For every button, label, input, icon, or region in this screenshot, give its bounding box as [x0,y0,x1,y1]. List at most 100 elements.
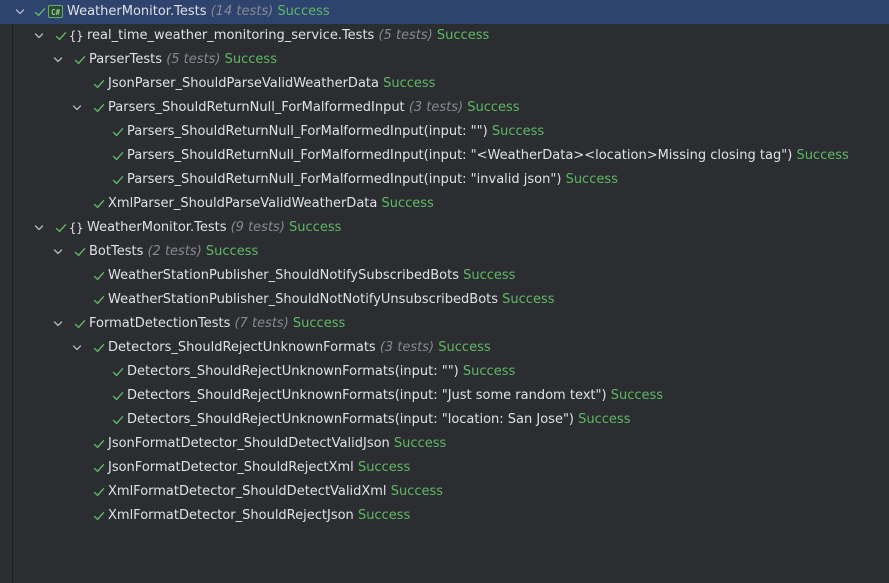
test-count: (7 tests) [234,316,289,331]
test-name: WeatherStationPublisher_ShouldNotNotifyU… [108,292,499,307]
tree-leaf-test[interactable]: XmlFormatDetector_ShouldRejectJson Succe… [0,504,889,528]
test-label: XmlParser_ShouldParseValidWeatherData Su… [108,192,434,216]
test-name: JsonFormatDetector_ShouldDetectValidJson [108,436,390,451]
status-success: Success [383,76,436,91]
test-name: real_time_weather_monitoring_service.Tes… [87,28,375,43]
tree-leaf-test[interactable]: Parsers_ShouldReturnNull_ForMalformedInp… [0,120,889,144]
test-label: ParserTests (5 tests) Success [89,48,277,72]
test-name: XmlParser_ShouldParseValidWeatherData [108,196,378,211]
success-check-icon [73,240,87,264]
tree-leaf-test[interactable]: JsonParser_ShouldParseValidWeatherData S… [0,72,889,96]
chevron-down-icon[interactable] [70,336,84,360]
chevron-down-icon[interactable] [32,24,46,48]
test-name: Parsers_ShouldReturnNull_ForMalformedInp… [127,124,488,139]
success-check-icon [111,408,125,432]
test-label: Parsers_ShouldReturnNull_ForMalformedInp… [108,96,520,120]
status-success: Success [610,388,664,403]
success-check-icon [92,336,106,360]
success-check-icon [92,264,106,288]
test-label: WeatherMonitor.Tests (14 tests) Success [67,0,330,24]
tree-node[interactable]: BotTests (2 tests) Success [0,240,889,264]
status-success: Success [578,412,631,427]
test-label: Parsers_ShouldReturnNull_ForMalformedInp… [127,144,849,168]
test-label: WeatherStationPublisher_ShouldNotNotifyU… [108,288,555,312]
test-label: Parsers_ShouldReturnNull_ForMalformedInp… [127,120,544,144]
success-check-icon [54,216,68,240]
tree-node[interactable]: ParserTests (5 tests) Success [0,48,889,72]
chevron-down-icon[interactable] [51,48,65,72]
test-name: ParserTests [89,52,163,67]
tree-node[interactable]: {} real_time_weather_monitoring_service.T… [0,24,889,48]
test-name: Detectors_ShouldRejectUnknownFormats [108,340,376,355]
test-label: JsonFormatDetector_ShouldRejectXml Succe… [108,456,410,480]
tree-leaf-test[interactable]: WeatherStationPublisher_ShouldNotNotifyU… [0,288,889,312]
tree-leaf-test[interactable]: Parsers_ShouldReturnNull_ForMalformedInp… [0,144,889,168]
tree-leaf-test[interactable]: Parsers_ShouldReturnNull_ForMalformedInp… [0,168,889,192]
status-success: Success [205,244,259,259]
status-success: Success [357,460,411,475]
chevron-down-icon[interactable] [51,240,65,264]
tree-leaf-test[interactable]: JsonFormatDetector_ShouldRejectXml Succe… [0,456,889,480]
chevron-down-icon[interactable] [13,0,27,24]
tree-node[interactable]: C# WeatherMonitor.Tests (14 tests) Succes… [0,0,889,24]
status-success: Success [357,508,411,523]
tree-leaf-test[interactable]: XmlParser_ShouldParseValidWeatherData Su… [0,192,889,216]
test-count: (9 tests) [230,220,285,235]
status-success: Success [565,172,618,187]
test-label: XmlFormatDetector_ShouldDetectValidXml S… [108,480,443,504]
status-success: Success [796,148,849,163]
test-label: Detectors_ShouldRejectUnknownFormats(inp… [127,360,515,384]
success-check-icon [111,168,125,192]
success-check-icon [92,432,106,456]
status-success: Success [438,340,491,355]
test-name: Parsers_ShouldReturnNull_ForMalformedInp… [127,172,562,187]
status-success: Success [502,292,555,307]
test-label: FormatDetectionTests (7 tests) Success [89,312,345,336]
test-name: Parsers_ShouldReturnNull_ForMalformedInp… [127,148,793,163]
test-name: XmlFormatDetector_ShouldDetectValidXml [108,484,387,499]
tree-leaf-test[interactable]: XmlFormatDetector_ShouldDetectValidXml S… [0,480,889,504]
tree-leaf-test[interactable]: JsonFormatDetector_ShouldDetectValidJson… [0,432,889,456]
test-count: (5 tests) [378,28,433,43]
success-check-icon [111,120,125,144]
csharp-project-icon: C# [48,5,63,18]
tree-node[interactable]: {} WeatherMonitor.Tests (9 tests) Success [0,216,889,240]
test-name: JsonFormatDetector_ShouldRejectXml [108,460,354,475]
tree-leaf-test[interactable]: Detectors_ShouldRejectUnknownFormats(inp… [0,408,889,432]
chevron-down-icon[interactable] [70,96,84,120]
test-label: JsonFormatDetector_ShouldDetectValidJson… [108,432,446,456]
status-success: Success [381,196,434,211]
test-label: WeatherMonitor.Tests (9 tests) Success [87,216,341,240]
test-name: BotTests [89,244,144,259]
success-check-icon [92,456,106,480]
test-name: FormatDetectionTests [89,316,231,331]
test-name: Detectors_ShouldRejectUnknownFormats(inp… [127,364,459,379]
status-success: Success [390,484,444,499]
test-name: WeatherStationPublisher_ShouldNotifySubs… [108,268,459,283]
success-check-icon [92,288,106,312]
success-check-icon [92,72,106,96]
test-results-panel: C# WeatherMonitor.Tests (14 tests) Succes… [0,0,889,583]
test-label: Parsers_ShouldReturnNull_ForMalformedInp… [127,168,618,192]
tree-leaf-test[interactable]: Detectors_ShouldRejectUnknownFormats(inp… [0,360,889,384]
status-success: Success [463,268,516,283]
success-check-icon [111,144,125,168]
test-name: Detectors_ShouldRejectUnknownFormats(inp… [127,412,574,427]
tree-leaf-test[interactable]: WeatherStationPublisher_ShouldNotifySubs… [0,264,889,288]
tree-node[interactable]: Parsers_ShouldReturnNull_ForMalformedInp… [0,96,889,120]
chevron-down-icon[interactable] [32,216,46,240]
test-tree: C# WeatherMonitor.Tests (14 tests) Succes… [0,0,889,528]
test-name: WeatherMonitor.Tests [87,220,227,235]
test-name: Parsers_ShouldReturnNull_ForMalformedInp… [108,100,405,115]
tree-leaf-test[interactable]: Detectors_ShouldRejectUnknownFormats(inp… [0,384,889,408]
status-success: Success [462,364,516,379]
tree-node[interactable]: FormatDetectionTests (7 tests) Success [0,312,889,336]
success-check-icon [111,360,125,384]
test-count: (3 tests) [408,100,464,115]
test-name: Detectors_ShouldRejectUnknownFormats(inp… [127,388,607,403]
success-check-icon [92,480,106,504]
success-check-icon [73,312,87,336]
status-success: Success [277,4,330,19]
tree-node[interactable]: Detectors_ShouldRejectUnknownFormats (3 … [0,336,889,360]
chevron-down-icon[interactable] [51,312,65,336]
